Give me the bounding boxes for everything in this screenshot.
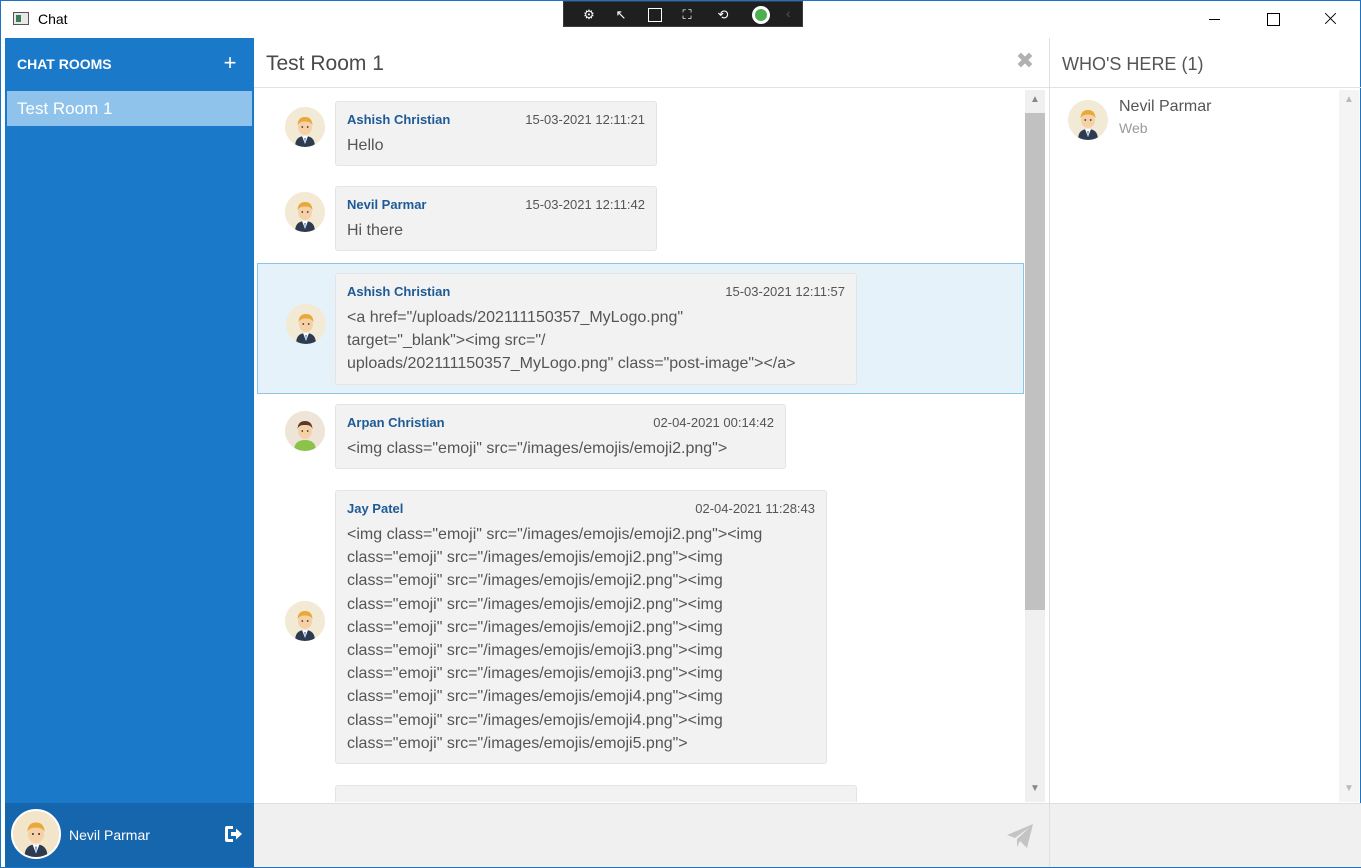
list-item[interactable]: Nevil Parmar Web [1068,98,1328,142]
scrollbar-thumb[interactable] [1025,113,1045,610]
divider [1050,87,1361,88]
message-time: 15-03-2021 12:11:21 [525,112,645,127]
chat-window: Chat ⚙ ↖ ⛶ ⟲ ‹ CHAT ROOMS + Test Room 1 [0,0,1361,868]
scroll-up-icon[interactable]: ▲ [1343,94,1355,105]
logout-icon[interactable] [223,825,243,843]
avatar [285,601,325,641]
scrollbar-track[interactable] [1339,90,1359,802]
list-item[interactable]: Arpan Christian 02-04-2021 00:14:42 <img… [257,404,1024,470]
male-avatar-icon [285,601,325,641]
rooms-sidebar: CHAT ROOMS + Test Room 1 Nevil Parmar [5,38,254,867]
close-window-button[interactable] [1301,1,1359,38]
maximize-button[interactable] [1243,1,1301,38]
list-item[interactable] [257,785,1024,802]
message-input[interactable] [254,804,994,867]
chat-rooms-heading: CHAT ROOMS [17,56,112,72]
male-avatar-icon [1068,100,1108,140]
message-bubble: Jay Patel 02-04-2021 11:28:43 <img class… [335,490,827,765]
online-user-name: Nevil Parmar [1119,98,1212,115]
message-body: <a href="/uploads/202111150357_MyLogo.pn… [347,309,796,373]
message-time: 02-04-2021 00:14:42 [653,415,774,430]
message-body: <img class="emoji" src="/images/emojis/e… [347,440,728,457]
message-sender: Jay Patel [347,501,404,516]
message-time: 15-03-2021 12:11:57 [725,284,845,299]
male-avatar-icon [13,811,59,857]
debug-toolbar: ⚙ ↖ ⛶ ⟲ ‹ [563,1,803,27]
send-paper-plane-icon [1007,824,1033,848]
avatar [285,192,325,232]
room-title: Test Room 1 [266,52,384,75]
send-button[interactable] [1005,822,1035,850]
male-avatar-icon [285,107,325,147]
track-focused-element-icon[interactable]: ⛶ [678,6,696,24]
collapse-toolbar-icon[interactable]: ‹ [786,5,791,21]
message-bubble: Ashish Christian 15-03-2021 12:11:21 Hel… [335,101,657,167]
hot-reload-icon[interactable]: ⟲ [714,6,732,24]
display-layout-adorners-icon[interactable] [648,8,662,22]
scroll-up-icon[interactable]: ▲ [1029,94,1041,106]
message-sender: Ashish Christian [347,284,451,299]
avatar [1068,100,1108,140]
message-time: 15-03-2021 12:11:42 [525,197,645,212]
room-item-test-room-1[interactable]: Test Room 1 [7,91,252,126]
select-element-icon[interactable]: ↖ [612,6,630,24]
list-item[interactable]: Ashish Christian 15-03-2021 12:11:21 Hel… [257,101,1024,167]
male-avatar-icon [285,192,325,232]
message-body: <img class="emoji" src="/images/emojis/e… [347,526,763,752]
live-visual-tree-icon[interactable]: ⚙ [580,6,598,24]
avatar [285,107,325,147]
list-item[interactable]: Ashish Christian 15-03-2021 12:11:57 <a … [257,263,1024,394]
message-time: 02-04-2021 11:28:43 [695,501,815,516]
message-sender: Ashish Christian [347,112,451,127]
avatar [11,809,61,859]
message-bubble: Ashish Christian 15-03-2021 12:11:57 <a … [335,273,857,385]
message-list[interactable]: Ashish Christian 15-03-2021 12:11:21 Hel… [254,88,1024,802]
app-icon [13,12,29,25]
message-sender: Nevil Parmar [347,197,427,212]
right-footer [1050,803,1361,867]
male-avatar-icon [285,411,325,451]
message-body: Hi there [347,222,404,239]
title-bar: Chat ⚙ ↖ ⛶ ⟲ ‹ [1,1,1360,38]
hot-reload-status-icon[interactable] [752,6,770,24]
scroll-down-icon[interactable]: ▼ [1343,783,1355,794]
online-user-client: Web [1119,120,1148,136]
add-room-button[interactable]: + [219,51,241,75]
who-is-here-heading: WHO'S HERE (1) [1062,54,1204,74]
close-room-button[interactable]: ✖ [1014,50,1036,72]
avatar [286,304,326,344]
avatar [285,411,325,451]
male-avatar-icon [286,304,326,344]
message-composer [254,803,1049,867]
chat-main: Test Room 1 ✖ Ashish Christian 15-03-202… [254,38,1049,867]
scroll-down-icon[interactable]: ▼ [1029,783,1041,795]
message-sender: Arpan Christian [347,415,445,430]
message-bubble: Nevil Parmar 15-03-2021 12:11:42 Hi ther… [335,186,657,252]
window-title: Chat [38,11,68,27]
minimize-button[interactable] [1185,1,1243,38]
list-item[interactable]: Jay Patel 02-04-2021 11:28:43 <img class… [257,490,1024,766]
message-body: Hello [347,137,384,154]
list-item[interactable]: Nevil Parmar 15-03-2021 12:11:42 Hi ther… [257,186,1024,252]
message-bubble [335,785,857,802]
current-user-bar: Nevil Parmar [5,803,254,867]
who-is-here-panel: WHO'S HERE (1) Nevil Parmar Web ▲ ▼ [1049,38,1361,867]
message-bubble: Arpan Christian 02-04-2021 00:14:42 <img… [335,404,786,470]
current-user-name: Nevil Parmar [69,827,150,843]
